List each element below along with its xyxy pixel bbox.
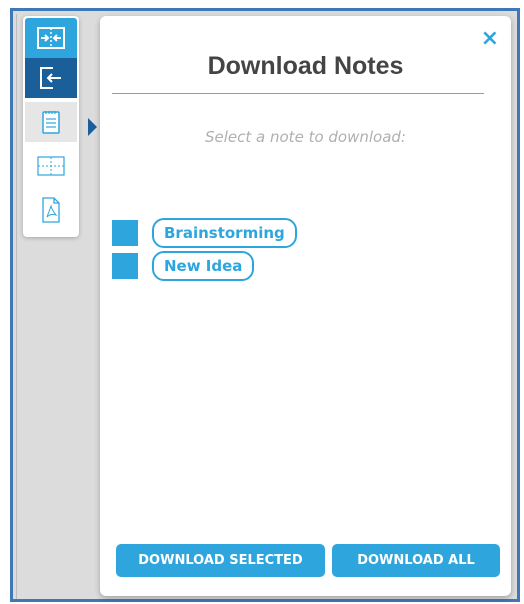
list-item: Brainstorming xyxy=(112,218,297,248)
title-divider xyxy=(112,93,484,94)
active-pointer-arrow xyxy=(88,118,97,136)
tool-exit[interactable] xyxy=(25,58,77,98)
tool-expand[interactable] xyxy=(25,18,77,58)
download-selected-button[interactable]: DOWNLOAD SELECTED xyxy=(116,544,325,577)
side-toolbar xyxy=(23,16,79,237)
download-notes-panel: × Download Notes Select a note to downlo… xyxy=(100,16,511,596)
panel-title: Download Notes xyxy=(207,52,404,80)
note-label[interactable]: Brainstorming xyxy=(152,218,297,248)
split-view-icon xyxy=(37,156,65,176)
tool-split-view[interactable] xyxy=(25,146,77,186)
note-checkbox[interactable] xyxy=(112,253,138,279)
note-checkbox[interactable] xyxy=(112,220,138,246)
tool-notes[interactable] xyxy=(25,102,77,142)
note-label[interactable]: New Idea xyxy=(152,251,255,281)
notepad-icon xyxy=(41,109,61,135)
download-all-button[interactable]: DOWNLOAD ALL xyxy=(332,544,500,577)
pdf-file-icon xyxy=(41,197,61,223)
close-icon[interactable]: × xyxy=(481,28,499,50)
expand-panel-icon xyxy=(37,27,65,49)
exit-panel-icon xyxy=(38,65,64,91)
list-item: New Idea xyxy=(112,251,255,281)
instruction-text: Select a note to download: xyxy=(205,128,406,146)
tool-pdf[interactable] xyxy=(25,190,77,230)
